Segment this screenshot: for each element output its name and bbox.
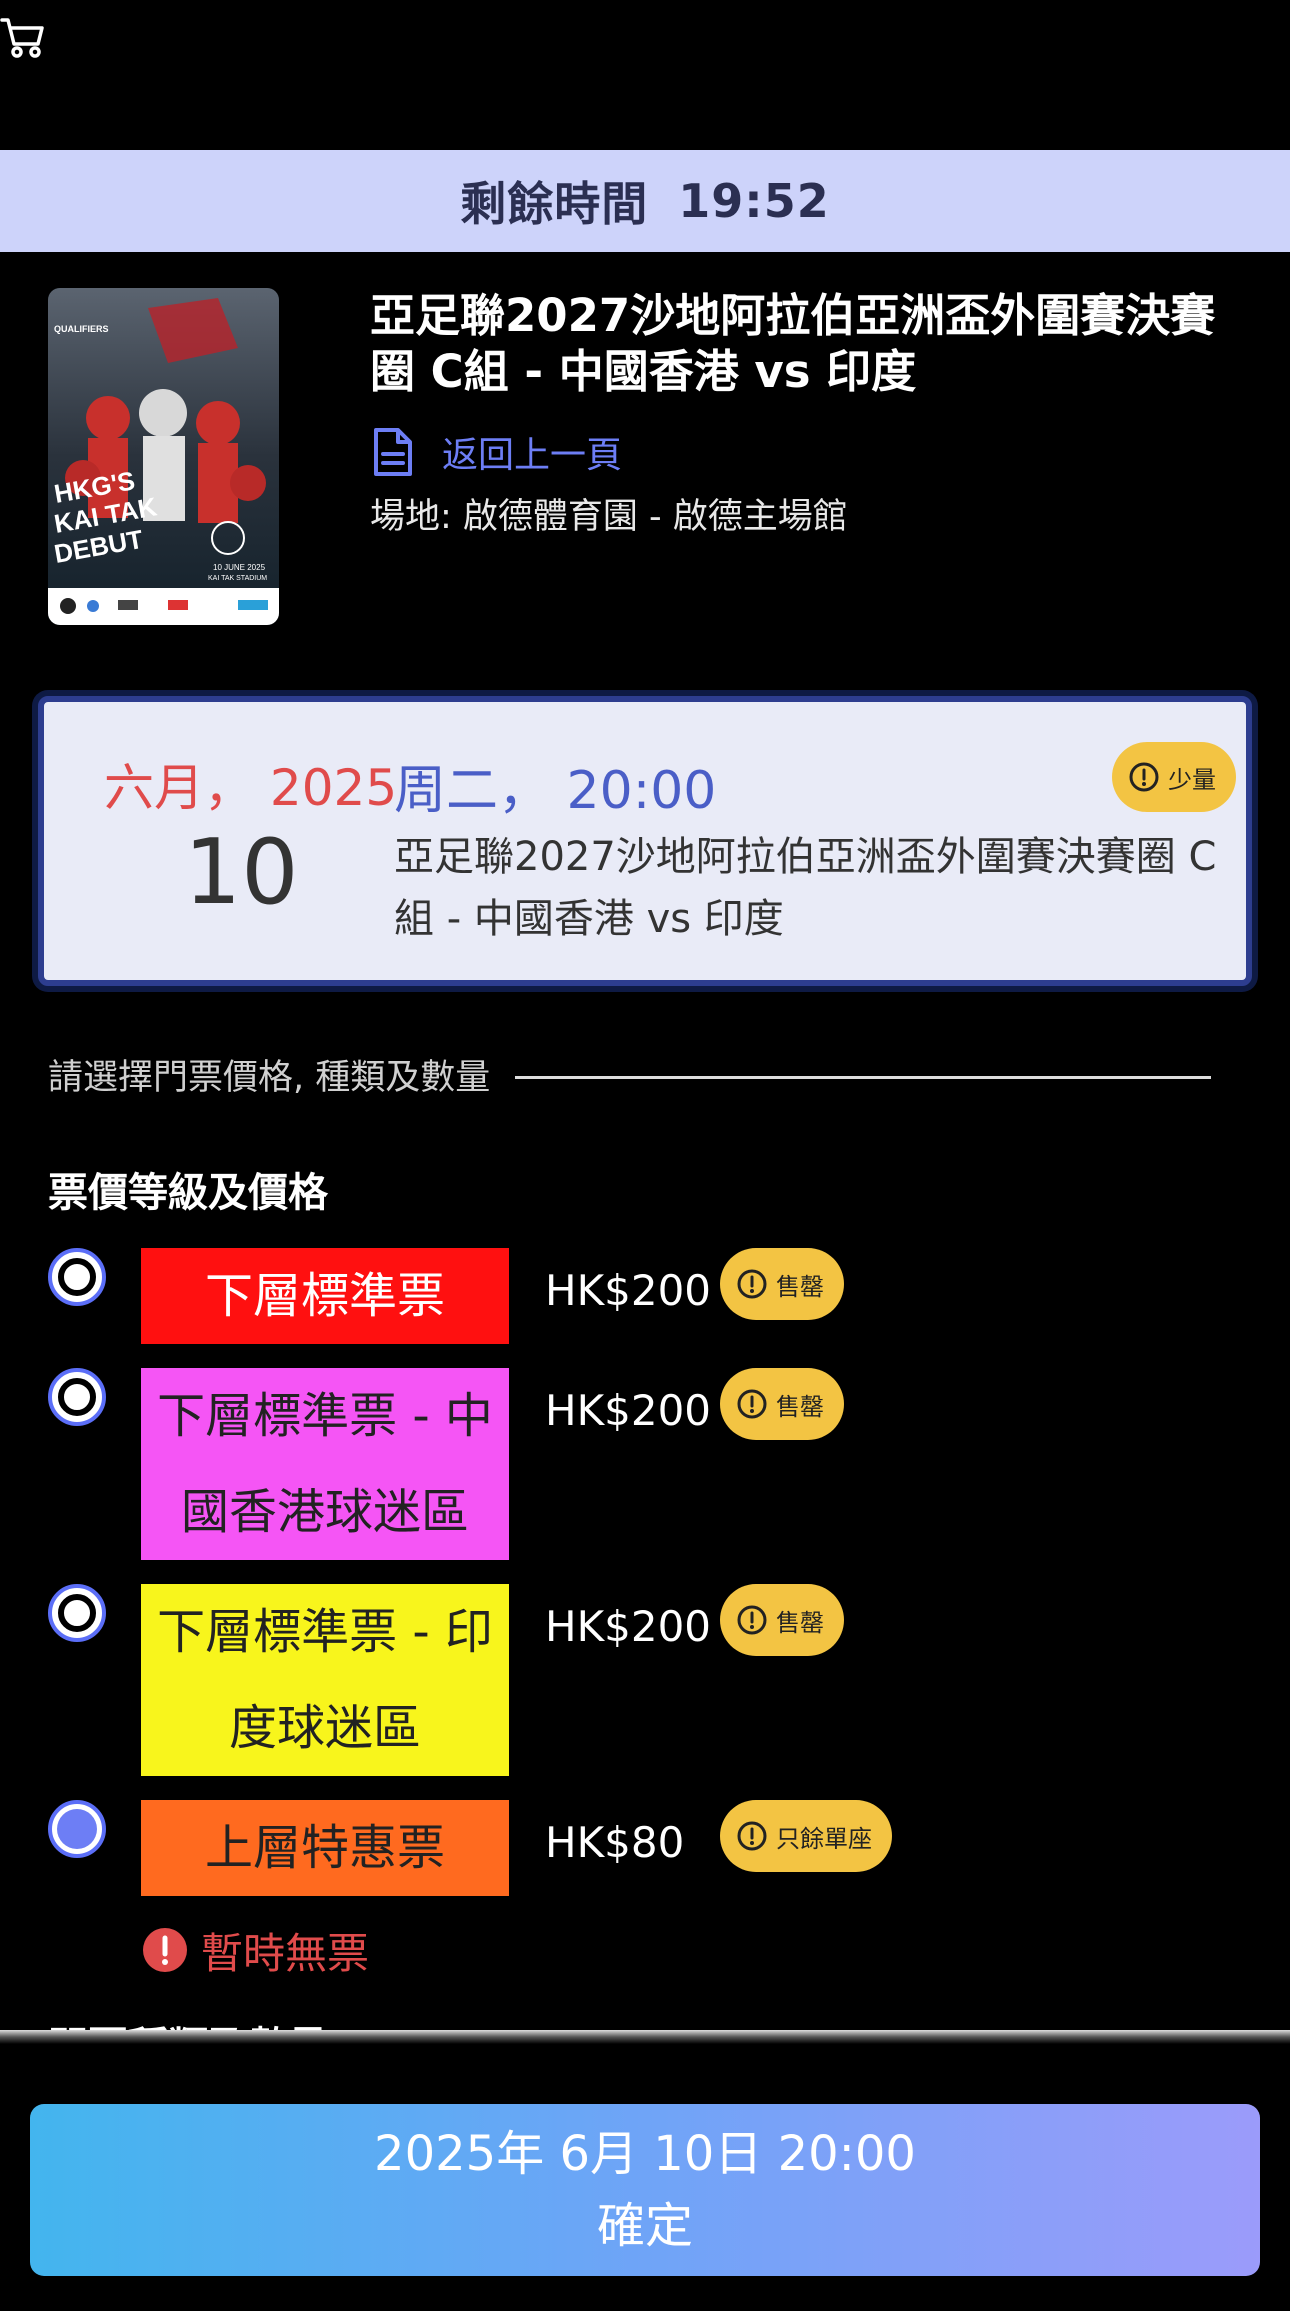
- tier-radio[interactable]: [48, 1368, 106, 1426]
- confirm-datetime: 2025年 6月 10日 20:00: [374, 2126, 916, 2182]
- tier-name[interactable]: 上層特惠票: [141, 1800, 509, 1896]
- confirm-label: 確定: [596, 2198, 693, 2254]
- countdown-label: 剩餘時間: [460, 177, 649, 231]
- price-section-title: 票價等級及價格: [48, 1170, 328, 1216]
- tier-status-badge: 售罄: [720, 1248, 844, 1320]
- alert-circle-icon: [737, 1389, 767, 1419]
- tier-status-label: 售罄: [776, 1272, 824, 1301]
- poster-venue-line: KAI TAK STADIUM: [208, 575, 267, 582]
- countdown-bar: 剩餘時間 19:52: [0, 150, 1290, 252]
- tier-price: HK$80: [545, 1818, 685, 1867]
- error-icon: [143, 1928, 187, 1972]
- tier-radio-selected[interactable]: [48, 1800, 106, 1858]
- tier-status-label: 只餘單座: [776, 1824, 872, 1853]
- availability-badge-label: 少量: [1168, 765, 1216, 794]
- availability-badge: 少量: [1112, 742, 1236, 812]
- top-bar: [0, 0, 1290, 150]
- event-poster: QUALIFIERS HKG'S KAI TAK DEBUT 10 JUNE 2…: [48, 288, 279, 625]
- back-link-label: 返回上一頁: [442, 435, 623, 476]
- no-ticket-notice: 暫時無票: [141, 1920, 369, 1980]
- tier-status-badge: 售罄: [720, 1368, 844, 1440]
- divider: [515, 1076, 1211, 1079]
- tier-price: HK$200: [545, 1386, 712, 1435]
- ticket-tier[interactable]: 下層標準票 - 中國香港球迷區 HK$200 售罄: [48, 1368, 1248, 1560]
- tier-name[interactable]: 下層標準票 - 印度球迷區: [141, 1584, 509, 1776]
- tier-name[interactable]: 下層標準票 - 中國香港球迷區: [141, 1368, 509, 1560]
- date-card[interactable]: 六月， 2025 10 周二， 20:00 亞足聯2027沙地阿拉伯亞洲盃外圍賽…: [38, 696, 1252, 986]
- no-ticket-label: 暫時無票: [201, 1928, 370, 1978]
- date-month-year: 六月， 2025: [104, 759, 398, 817]
- event-title: 亞足聯2027沙地阿拉伯亞洲盃外圍賽決賽圈 C組 - 中國香港 vs 印度: [370, 289, 1216, 398]
- tier-status-label: 售罄: [776, 1608, 824, 1637]
- cart-icon[interactable]: [0, 14, 48, 62]
- tier-price: HK$200: [545, 1602, 712, 1651]
- tier-radio[interactable]: [48, 1584, 106, 1642]
- alert-circle-icon: [737, 1821, 767, 1851]
- tier-status-label: 售罄: [776, 1392, 824, 1421]
- date-weekday-time: 周二， 20:00: [394, 761, 717, 821]
- tier-status-badge: 售罄: [720, 1584, 844, 1656]
- document-icon: [374, 428, 412, 476]
- alert-circle-icon: [737, 1269, 767, 1299]
- poster-date-line: 10 JUNE 2025: [213, 563, 266, 572]
- selection-hint: 請選擇門票價格, 種類及數量: [48, 1058, 491, 1098]
- alert-circle-icon: [737, 1605, 767, 1635]
- ticket-tier[interactable]: 上層特惠票 HK$80 只餘單座: [48, 1800, 1248, 1896]
- tier-price: HK$200: [545, 1266, 712, 1315]
- date-day: 10: [184, 820, 299, 925]
- countdown-value: 19:52: [678, 174, 830, 228]
- alert-circle-icon: [1129, 762, 1159, 792]
- confirm-button[interactable]: 2025年 6月 10日 20:00 確定: [30, 2104, 1260, 2276]
- ticket-tier[interactable]: 下層標準票 - 印度球迷區 HK$200 售罄: [48, 1584, 1248, 1776]
- venue-text: 場地: 啟德體育園 - 啟德主場館: [370, 497, 848, 537]
- date-description: 亞足聯2027沙地阿拉伯亞洲盃外圍賽決賽圈 C組 - 中國香港 vs 印度: [394, 834, 1217, 942]
- scroll-shadow: [0, 2030, 1290, 2044]
- ticket-tier[interactable]: 下層標準票 HK$200 售罄: [48, 1248, 1248, 1344]
- tier-name[interactable]: 下層標準票: [141, 1248, 509, 1344]
- poster-top-label: QUALIFIERS: [54, 324, 109, 334]
- back-link[interactable]: 返回上一頁: [370, 422, 622, 482]
- tier-status-badge: 只餘單座: [720, 1800, 892, 1872]
- tier-radio[interactable]: [48, 1248, 106, 1306]
